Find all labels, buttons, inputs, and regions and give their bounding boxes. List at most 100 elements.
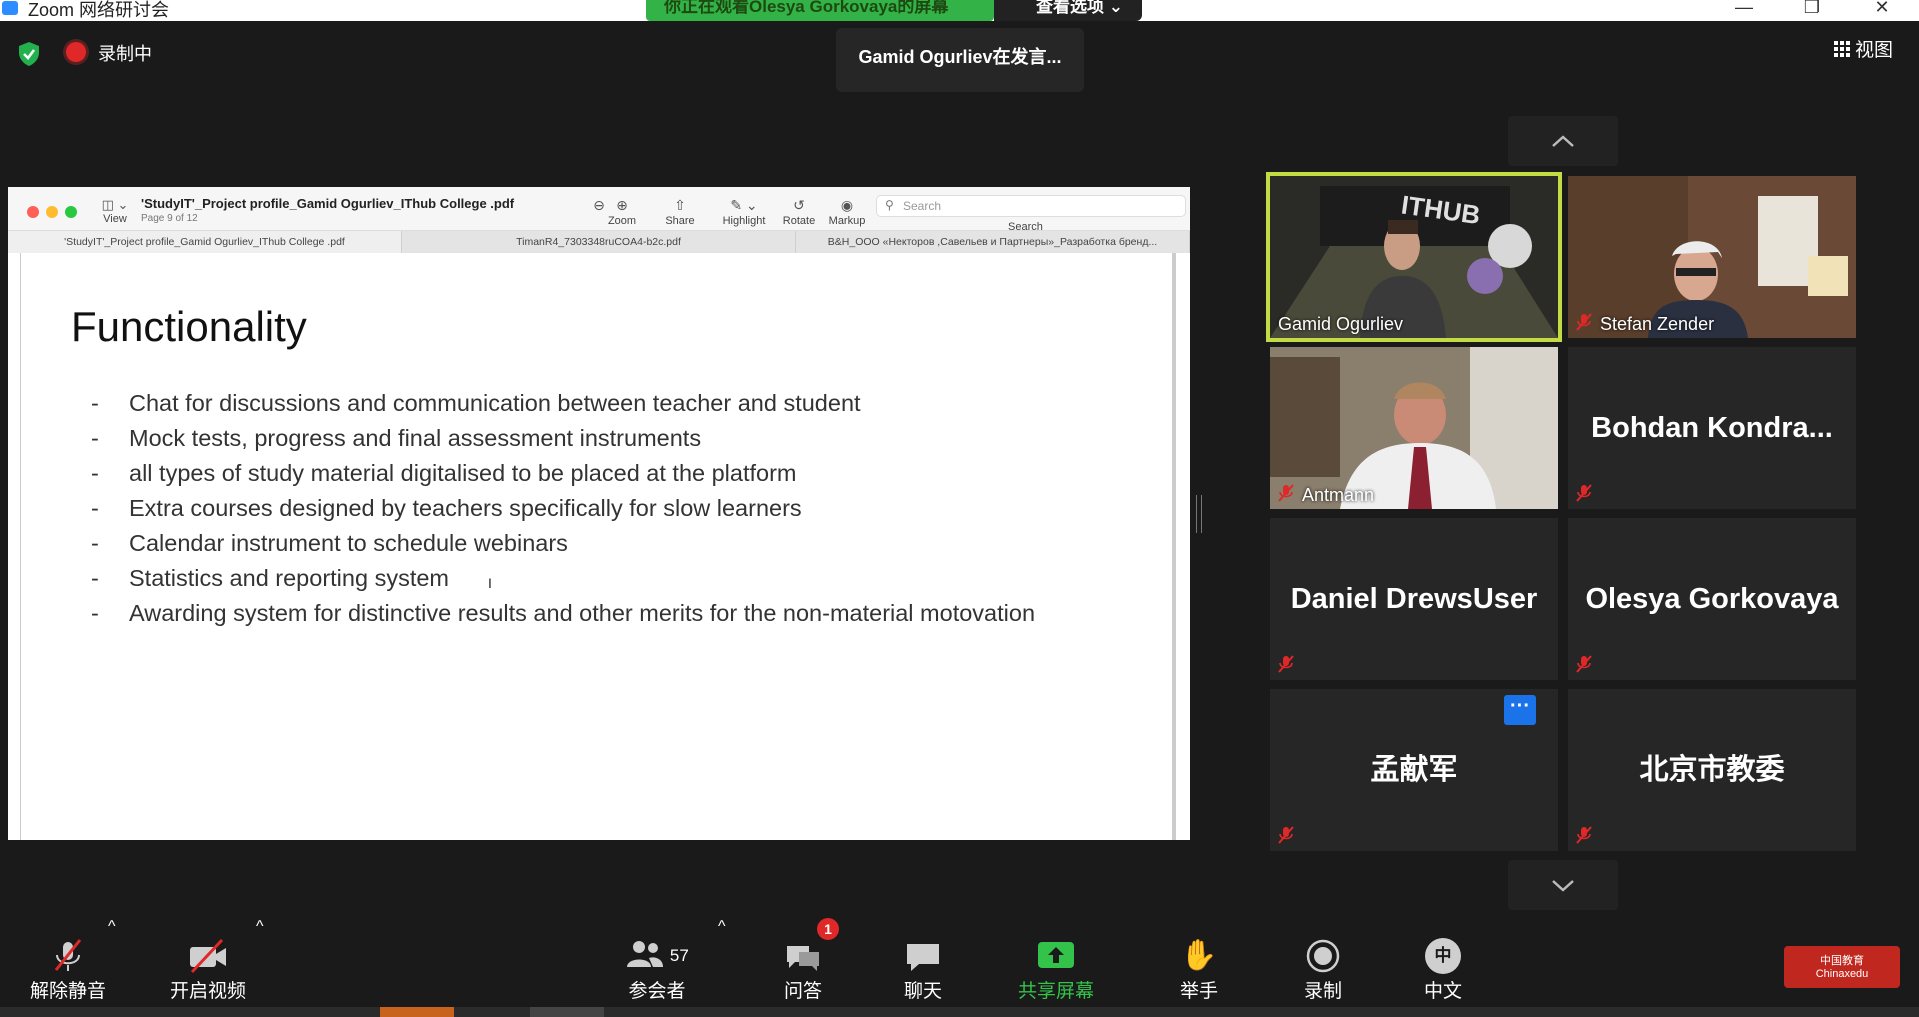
mac-minimize-icon[interactable] <box>46 206 58 218</box>
rotate-icon: ↺ <box>793 197 805 213</box>
slide-heading: Functionality <box>71 303 307 350</box>
tile-meng[interactable]: 孟献军 ··· <box>1270 689 1558 851</box>
sidebar-icon: ◫ ⌄ <box>101 197 129 212</box>
list-item: Chat for discussions and communication b… <box>91 386 1035 421</box>
unmute-button[interactable]: 解除静音 <box>22 936 114 1003</box>
raise-hand-label: 举手 <box>1179 981 1218 1002</box>
sidebar-view-button[interactable]: ◫ ⌄ View <box>99 197 131 225</box>
preview-search-field[interactable]: ⚲ Search <box>876 195 1186 217</box>
shared-screen[interactable]: ◫ ⌄ View 'StudyIT'_Project profile_Gamid… <box>8 187 1190 840</box>
text-cursor-icon: I <box>488 575 492 591</box>
highlighter-icon: ✎ ⌄ <box>730 197 758 213</box>
functionality-list: Chat for discussions and communication b… <box>91 386 1035 631</box>
muted-mic-icon <box>1576 826 1592 844</box>
participant-name: Gamid Ogurliev <box>1278 314 1404 334</box>
tab-timan-pdf[interactable]: TimanR4_7303348ruCOA4-b2c.pdf <box>402 231 796 253</box>
view-options-label: 查看选项 <box>1036 0 1104 16</box>
viewing-share-banner: 你正在观看Olesya Gorkovaya的屏幕 <box>646 0 994 21</box>
highlight-tool[interactable]: ✎ ⌄ Highlight <box>714 195 774 227</box>
view-options-dropdown[interactable]: 查看选项 ⌄ <box>994 0 1142 21</box>
share-tool[interactable]: ⇧ Share <box>658 195 702 227</box>
share-screen-label: 共享屏幕 <box>1017 981 1094 1002</box>
qa-notification-badge: 1 <box>817 918 839 940</box>
audio-options-caret[interactable]: ^ <box>108 918 116 936</box>
list-item: all types of study material digitalised … <box>91 456 1035 491</box>
participants-options-caret[interactable]: ^ <box>718 918 726 936</box>
tab-studyit-profile[interactable]: 'StudyIT'_Project profile_Gamid Ogurliev… <box>8 231 402 253</box>
mac-close-icon[interactable] <box>27 206 39 218</box>
record-icon <box>1306 939 1340 973</box>
chat-label: 聊天 <box>903 981 942 1002</box>
video-off-icon <box>190 938 226 974</box>
list-item: Awarding system for distinctive results … <box>91 596 1035 631</box>
close-window-button[interactable]: ✕ <box>1862 0 1902 17</box>
grid-view-icon <box>1834 41 1850 57</box>
encryption-shield-icon[interactable] <box>16 41 42 67</box>
recording-indicator-icon <box>66 42 86 62</box>
restore-button[interactable]: ❐ <box>1792 0 1832 17</box>
meeting-toolbar: 解除静音 ^ 开启视频 ^ 57 参会者 ^ 问答 1 聊天 共享屏幕 ✋ 举手… <box>0 918 1919 1017</box>
gallery-prev-button[interactable] <box>1508 116 1618 166</box>
progress-segment <box>530 1007 604 1017</box>
chevron-down-icon: ⌄ <box>1108 0 1123 16</box>
rotate-tool[interactable]: ↺ Rotate <box>778 195 820 227</box>
qa-label: 问答 <box>783 981 822 1002</box>
chat-bubble-icon <box>907 944 939 971</box>
panel-resize-handle[interactable] <box>1196 495 1202 533</box>
search-placeholder: Search <box>903 199 942 213</box>
language-globe-icon: 中 <box>1425 938 1461 974</box>
participant-name: Stefan Zender <box>1600 314 1715 334</box>
participant-name: Olesya Gorkovaya <box>1585 583 1839 615</box>
language-label: 中文 <box>1423 981 1462 1002</box>
progress-segment <box>380 1007 454 1017</box>
markup-tool[interactable]: ◉ Markup <box>822 195 872 227</box>
list-item: Mock tests, progress and final assessmen… <box>91 421 1035 456</box>
tab-bh-branding[interactable]: B&H_OOO «Некторов ,Савельев и Партнеры»_… <box>796 231 1190 253</box>
participant-name: Bohdan Kondra... <box>1591 412 1833 444</box>
start-video-button[interactable]: 开启视频 <box>158 936 258 1003</box>
video-options-caret[interactable]: ^ <box>256 918 264 936</box>
participants-control: 57 <box>612 936 702 976</box>
video-tile-stefan[interactable]: Stefan Zender <box>1568 176 1856 338</box>
gallery-next-button[interactable] <box>1508 860 1618 910</box>
minimize-button[interactable]: — <box>1724 0 1764 17</box>
language-interpretation-button[interactable]: 中 中文 <box>1418 936 1468 1003</box>
muted-mic-icon <box>1576 655 1592 673</box>
tile-daniel[interactable]: Daniel DrewsUser <box>1270 518 1558 680</box>
qa-button[interactable]: 问答 <box>776 936 830 1003</box>
chat-button[interactable]: 聊天 <box>898 936 948 1003</box>
view-label: 视图 <box>1855 40 1894 61</box>
tile-bohdan[interactable]: Bohdan Kondra... <box>1568 347 1856 509</box>
tile-olesya[interactable]: Olesya Gorkovaya <box>1568 518 1856 680</box>
video-tile-antmann[interactable]: Antmann <box>1270 347 1558 509</box>
view-switch-button[interactable]: 视图 <box>1834 35 1894 61</box>
raise-hand-button[interactable]: ✋ 举手 <box>1174 936 1224 1003</box>
zoom-in-icon: ⊕ <box>616 197 628 213</box>
chevron-down-icon <box>1552 880 1574 892</box>
participant-count: 57 <box>669 946 689 965</box>
pdf-page: Functionality Chat for discussions and c… <box>20 253 1176 840</box>
active-speaker-notice: Gamid Ogurliev在发言... <box>836 28 1084 92</box>
record-button[interactable]: 录制 <box>1298 936 1348 1003</box>
muted-mic-icon <box>1576 313 1592 331</box>
participants-label: 参会者 <box>628 981 686 1002</box>
channel-logo-watermark: 中国教育 Chinaxedu <box>1784 946 1900 988</box>
muted-mic-icon <box>1278 484 1294 502</box>
preview-toolbar: ◫ ⌄ View 'StudyIT'_Project profile_Gamid… <box>8 187 1190 233</box>
record-label: 录制 <box>1303 981 1342 1002</box>
view-tool-label: View <box>103 213 127 225</box>
zoom-in-tool[interactable]: ⊕ Zoom <box>596 195 648 227</box>
recording-label[interactable]: 录制中 <box>98 40 152 66</box>
zoom-tool-label: Zoom <box>607 215 637 227</box>
mac-zoom-icon[interactable] <box>65 206 77 218</box>
muted-mic-icon <box>1278 826 1294 844</box>
participants-button[interactable]: 57 参会者 <box>612 936 702 1003</box>
share-screen-button[interactable]: 共享屏幕 <box>1012 936 1100 1003</box>
participant-name: Antmann <box>1302 485 1375 505</box>
tile-beijing[interactable]: 北京市教委 <box>1568 689 1856 851</box>
raised-hand-icon: ✋ <box>1180 939 1218 972</box>
tile-more-options-button[interactable]: ··· <box>1504 695 1536 725</box>
video-tile-gamid[interactable]: ITHUB Gamid Ogurliev <box>1266 172 1562 342</box>
document-title: 'StudyIT'_Project profile_Gamid Ogurliev… <box>141 196 515 211</box>
qa-chat-icon <box>787 946 819 971</box>
